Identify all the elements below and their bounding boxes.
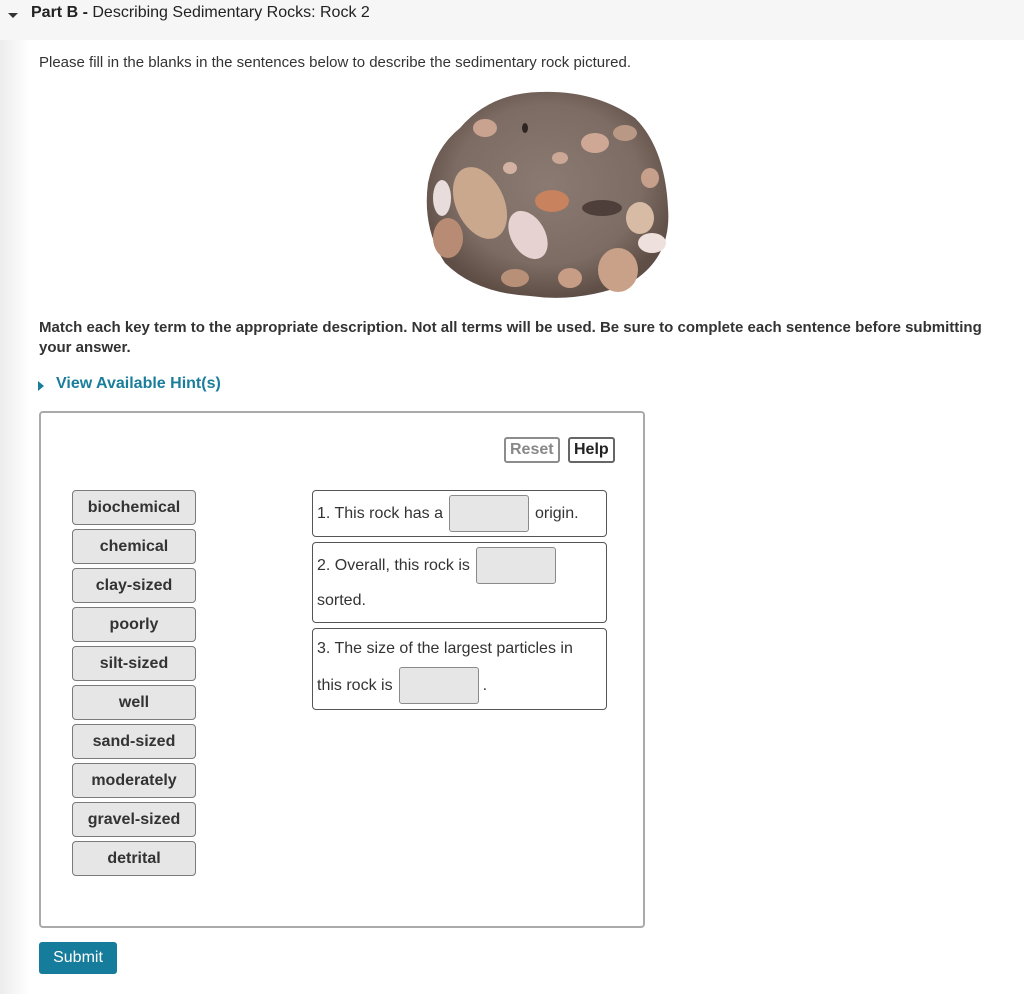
- term-well[interactable]: well: [72, 685, 196, 720]
- sentence-1-before: 1. This rock has a: [317, 504, 443, 522]
- submit-button[interactable]: Submit: [39, 942, 117, 974]
- sentence-3-drop-target[interactable]: [398, 667, 479, 704]
- term-biochemical[interactable]: biochemical: [72, 490, 196, 525]
- sentence-1: 1. This rock has a origin.: [312, 490, 607, 537]
- help-button[interactable]: Help: [568, 437, 615, 463]
- part-header[interactable]: Part B - Describing Sedimentary Rocks: R…: [0, 0, 1024, 40]
- term-sand-sized[interactable]: sand-sized: [72, 724, 196, 759]
- term-silt-sized[interactable]: silt-sized: [72, 646, 196, 681]
- view-hints-link[interactable]: View Available Hint(s): [38, 375, 221, 393]
- term-detrital[interactable]: detrital: [72, 841, 196, 876]
- reset-button[interactable]: Reset: [504, 437, 560, 463]
- sentence-2-drop-target[interactable]: [475, 547, 556, 584]
- term-clay-sized[interactable]: clay-sized: [72, 568, 196, 603]
- term-gravel-sized[interactable]: gravel-sized: [72, 802, 196, 837]
- expand-caret-icon: [38, 381, 44, 391]
- sentence-3: 3. The size of the largest particles in …: [312, 628, 607, 710]
- view-hints-label[interactable]: View Available Hint(s): [56, 375, 221, 393]
- collapse-caret-icon[interactable]: [8, 13, 18, 18]
- sentence-2-after: sorted.: [317, 592, 366, 609]
- sentence-1-after: origin.: [534, 504, 579, 522]
- sentence-3-line-2: this rock is: [317, 676, 393, 694]
- term-poorly[interactable]: poorly: [72, 607, 196, 642]
- rock-image: [426, 91, 669, 298]
- sentence-2: 2. Overall, this rock is sorted.: [312, 542, 607, 623]
- term-chemical[interactable]: chemical: [72, 529, 196, 564]
- sentence-3-line-1: 3. The size of the largest particles in: [317, 640, 573, 657]
- part-title: Part B - Describing Sedimentary Rocks: R…: [31, 4, 370, 21]
- left-shade: [0, 0, 30, 994]
- sentence-1-drop-target[interactable]: [448, 495, 529, 532]
- instructions-text: Match each key term to the appropriate d…: [39, 319, 982, 356]
- sentence-3-after: .: [482, 676, 488, 694]
- sentence-2-before: 2. Overall, this rock is: [317, 556, 470, 574]
- intro-text: Please fill in the blanks in the sentenc…: [39, 54, 631, 71]
- drag-drop-activity: Reset Help biochemical chemical clay-siz…: [39, 411, 645, 928]
- term-moderately[interactable]: moderately: [72, 763, 196, 798]
